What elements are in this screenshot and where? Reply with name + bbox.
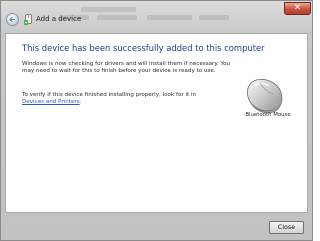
back-arrow-icon [9, 16, 16, 23]
device-icon [24, 14, 32, 25]
add-device-window: ✕ Add a device This device has been succ… [0, 0, 313, 241]
title-bar: ✕ Add a device [1, 1, 312, 33]
footer: Close [1, 213, 312, 240]
devices-and-printers-link[interactable]: Devices and Printers [22, 99, 80, 105]
window-close-button[interactable]: ✕ [284, 2, 311, 15]
background-window-ghost [59, 7, 264, 23]
close-button[interactable]: Close [269, 221, 304, 234]
page-heading: This device has been successfully added … [22, 43, 265, 53]
mouse-icon [246, 78, 283, 114]
content-area: This device has been successfully added … [5, 33, 308, 213]
verify-text: To verify if this device finished instal… [22, 92, 232, 106]
driver-info-text: Windows is now checking for drivers and … [22, 61, 231, 75]
window-title: Add a device [36, 15, 82, 23]
verify-text-suffix: . [79, 99, 82, 106]
close-icon: ✕ [293, 3, 302, 13]
back-button[interactable] [6, 13, 19, 26]
device-label: Bluetooth Mouse [245, 112, 291, 118]
verify-text-body: To verify if this device finished instal… [22, 92, 197, 98]
